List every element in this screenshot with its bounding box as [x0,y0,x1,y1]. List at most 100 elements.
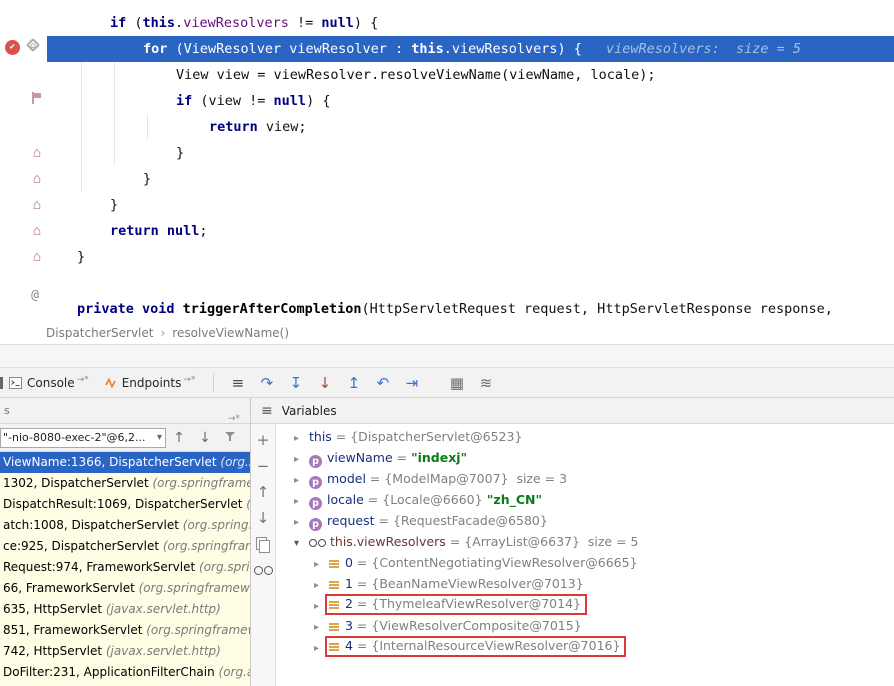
code-token: } [143,171,151,187]
variables-menu-icon[interactable]: ≡ [261,403,273,419]
step-out-icon[interactable]: ↥ [339,374,368,392]
chevron-collapsed-icon[interactable]: ▸ [314,554,329,575]
variable-name: this [309,429,332,444]
stack-frame[interactable]: 851, FrameworkServlet (org.springframewo [0,620,250,641]
chevron-collapsed-icon[interactable]: ▸ [294,470,309,491]
variables-header: ≡ Variables [250,398,894,424]
chevron-down-icon: ▾ [157,432,165,443]
equals-sign: = [353,638,371,653]
endpoints-icon [105,377,117,389]
stack-frame[interactable]: Request:974, FrameworkServlet (org.sprin… [0,557,250,578]
table-view-icon[interactable]: ▦ [442,374,471,392]
code-line[interactable]: } [0,140,894,166]
code-token: this [411,41,444,57]
variable-row[interactable]: ▸1 = {BeanNameViewResolver@7013} [276,573,894,594]
variable-row[interactable]: ▸plocale = {Locale@6660} "zh_CN" [276,489,894,510]
stack-frame[interactable]: 742, HttpServlet (javax.servlet.http) [0,641,250,662]
variable-name: viewName [327,450,393,465]
remove-watch-icon[interactable]: − [251,453,275,479]
stack-frame[interactable]: 66, FrameworkServlet (org.springframewor [0,578,250,599]
variable-value: {DispatcherServlet@6523} [350,429,522,444]
variable-row[interactable]: ▸pmodel = {ModelMap@7007} size = 3 [276,468,894,489]
code-line[interactable]: } [0,192,894,218]
code-editor[interactable]: if (this.viewResolvers != null) {for (Vi… [0,0,894,322]
variable-row[interactable]: ▸prequest = {RequestFacade@6580} [276,510,894,531]
variable-row[interactable]: ▸this = {DispatcherServlet@6523} [276,426,894,447]
variable-content: pviewName = "indexj" [309,447,467,468]
layout-menu-icon[interactable]: ≡ [223,374,252,392]
code-area[interactable]: if (this.viewResolvers != null) {for (Vi… [0,0,894,322]
variable-row[interactable]: ▸3 = {ViewResolverComposite@7015} [276,615,894,636]
variable-row[interactable]: ▸2 = {ThymeleafViewResolver@7014} [276,594,894,615]
code-line[interactable]: View view = viewResolver.resolveViewName… [0,62,894,88]
execution-line[interactable]: for (ViewResolver viewResolver : this.vi… [47,36,894,62]
variable-row[interactable]: ▸4 = {InternalResourceViewResolver@7016} [276,636,894,657]
stack-frame[interactable]: DoFilter:231, ApplicationFilterChain (or… [0,662,250,683]
variable-value: {Locale@6660} [382,492,482,507]
frame-package: (org.springframew [163,539,250,553]
code-token: } [110,197,118,213]
step-into-icon[interactable]: ↧ [281,374,310,392]
code-line[interactable]: } [0,166,894,192]
equals-sign: = [353,555,371,570]
add-watch-icon[interactable]: + [251,427,275,453]
stack-frame[interactable]: atch:1008, DispatcherServlet (org.spring… [0,515,250,536]
code-token: viewResolvers [452,41,558,57]
chevron-collapsed-icon[interactable]: ▸ [314,575,329,596]
step-over-icon[interactable]: ↷ [252,374,281,392]
chevron-expanded-icon[interactable]: ▾ [294,533,309,554]
bookmark-tag-icon[interactable] [26,38,40,52]
chevron-collapsed-icon[interactable]: ▸ [294,491,309,512]
breadcrumb-method[interactable]: resolveViewName() [172,326,289,340]
variable-row[interactable]: ▾this.viewResolvers = {ArrayList@6637} s… [276,531,894,552]
code-token: (view != [200,93,273,109]
copy-icon[interactable] [251,531,275,557]
variable-row[interactable]: ▸0 = {ContentNegotiatingViewResolver@666… [276,552,894,573]
code-token: return null [110,223,199,239]
drop-frame-icon[interactable]: ↶ [368,374,397,392]
variable-row[interactable]: ▸pviewName = "indexj" [276,447,894,468]
stack-frame[interactable]: DispatchResult:1069, DispatcherServlet (… [0,494,250,515]
filter-settings-icon[interactable]: ≋ [471,374,500,392]
code-token: . [175,15,183,31]
variable-content: 1 = {BeanNameViewResolver@7013} [329,573,584,594]
move-down-icon[interactable]: ↓ [251,505,275,531]
thread-selector[interactable]: "-nio-8080-exec-2"@6,2... ▾ [0,428,166,448]
chevron-collapsed-icon[interactable]: ▸ [314,617,329,638]
code-line[interactable] [0,270,894,296]
stack-frame[interactable]: ViewName:1366, DispatcherServlet (org.sp… [0,452,250,473]
code-line[interactable]: } [0,244,894,270]
move-up-icon[interactable]: ↑ [251,479,275,505]
code-token: return [209,119,266,135]
code-line[interactable]: if (this.viewResolvers != null) { [0,10,894,36]
filter-frames-icon[interactable] [218,431,242,445]
code-token: if [110,15,134,31]
run-to-cursor-icon[interactable]: ⇥ [397,374,426,392]
code-token: ( [134,15,142,31]
chevron-collapsed-icon[interactable]: ▸ [294,428,309,449]
stack-frame[interactable]: ce:925, DispatcherServlet (org.springfra… [0,536,250,557]
stack-frame[interactable]: 1302, DispatcherServlet (org.springframe… [0,473,250,494]
pin-indicator-icon: →* [77,375,89,385]
code-token: ) { [558,41,582,57]
code-line[interactable]: if (view != null) { [0,88,894,114]
breakpoint-hit-icon[interactable] [5,40,20,55]
tab-console[interactable]: Console →* [9,376,89,390]
stack-frame[interactable]: 635, HttpServlet (javax.servlet.http) [0,599,250,620]
next-frame-icon[interactable]: ↓ [192,430,218,446]
code-token: view; [266,119,307,135]
force-step-into-icon[interactable]: ↓ [310,374,339,392]
previous-frame-icon[interactable]: ↑ [166,430,192,446]
annotation-at-icon: @ [26,287,44,305]
show-watches-icon[interactable] [251,557,275,583]
frame-package: (org.spr [220,455,250,469]
chevron-collapsed-icon[interactable]: ▸ [294,449,309,470]
breadcrumb-class[interactable]: DispatcherServlet [46,326,153,340]
code-line[interactable]: return view; [0,114,894,140]
chevron-collapsed-icon[interactable]: ▸ [294,512,309,533]
highlight-annotation-box: 4 = {InternalResourceViewResolver@7016} [325,636,626,657]
code-line[interactable]: return null; [0,218,894,244]
highlight-annotation-box: 2 = {ThymeleafViewResolver@7014} [325,594,587,615]
code-line[interactable]: private void triggerAfterCompletion(Http… [0,296,894,322]
tab-endpoints[interactable]: Endpoints →* [105,376,196,390]
